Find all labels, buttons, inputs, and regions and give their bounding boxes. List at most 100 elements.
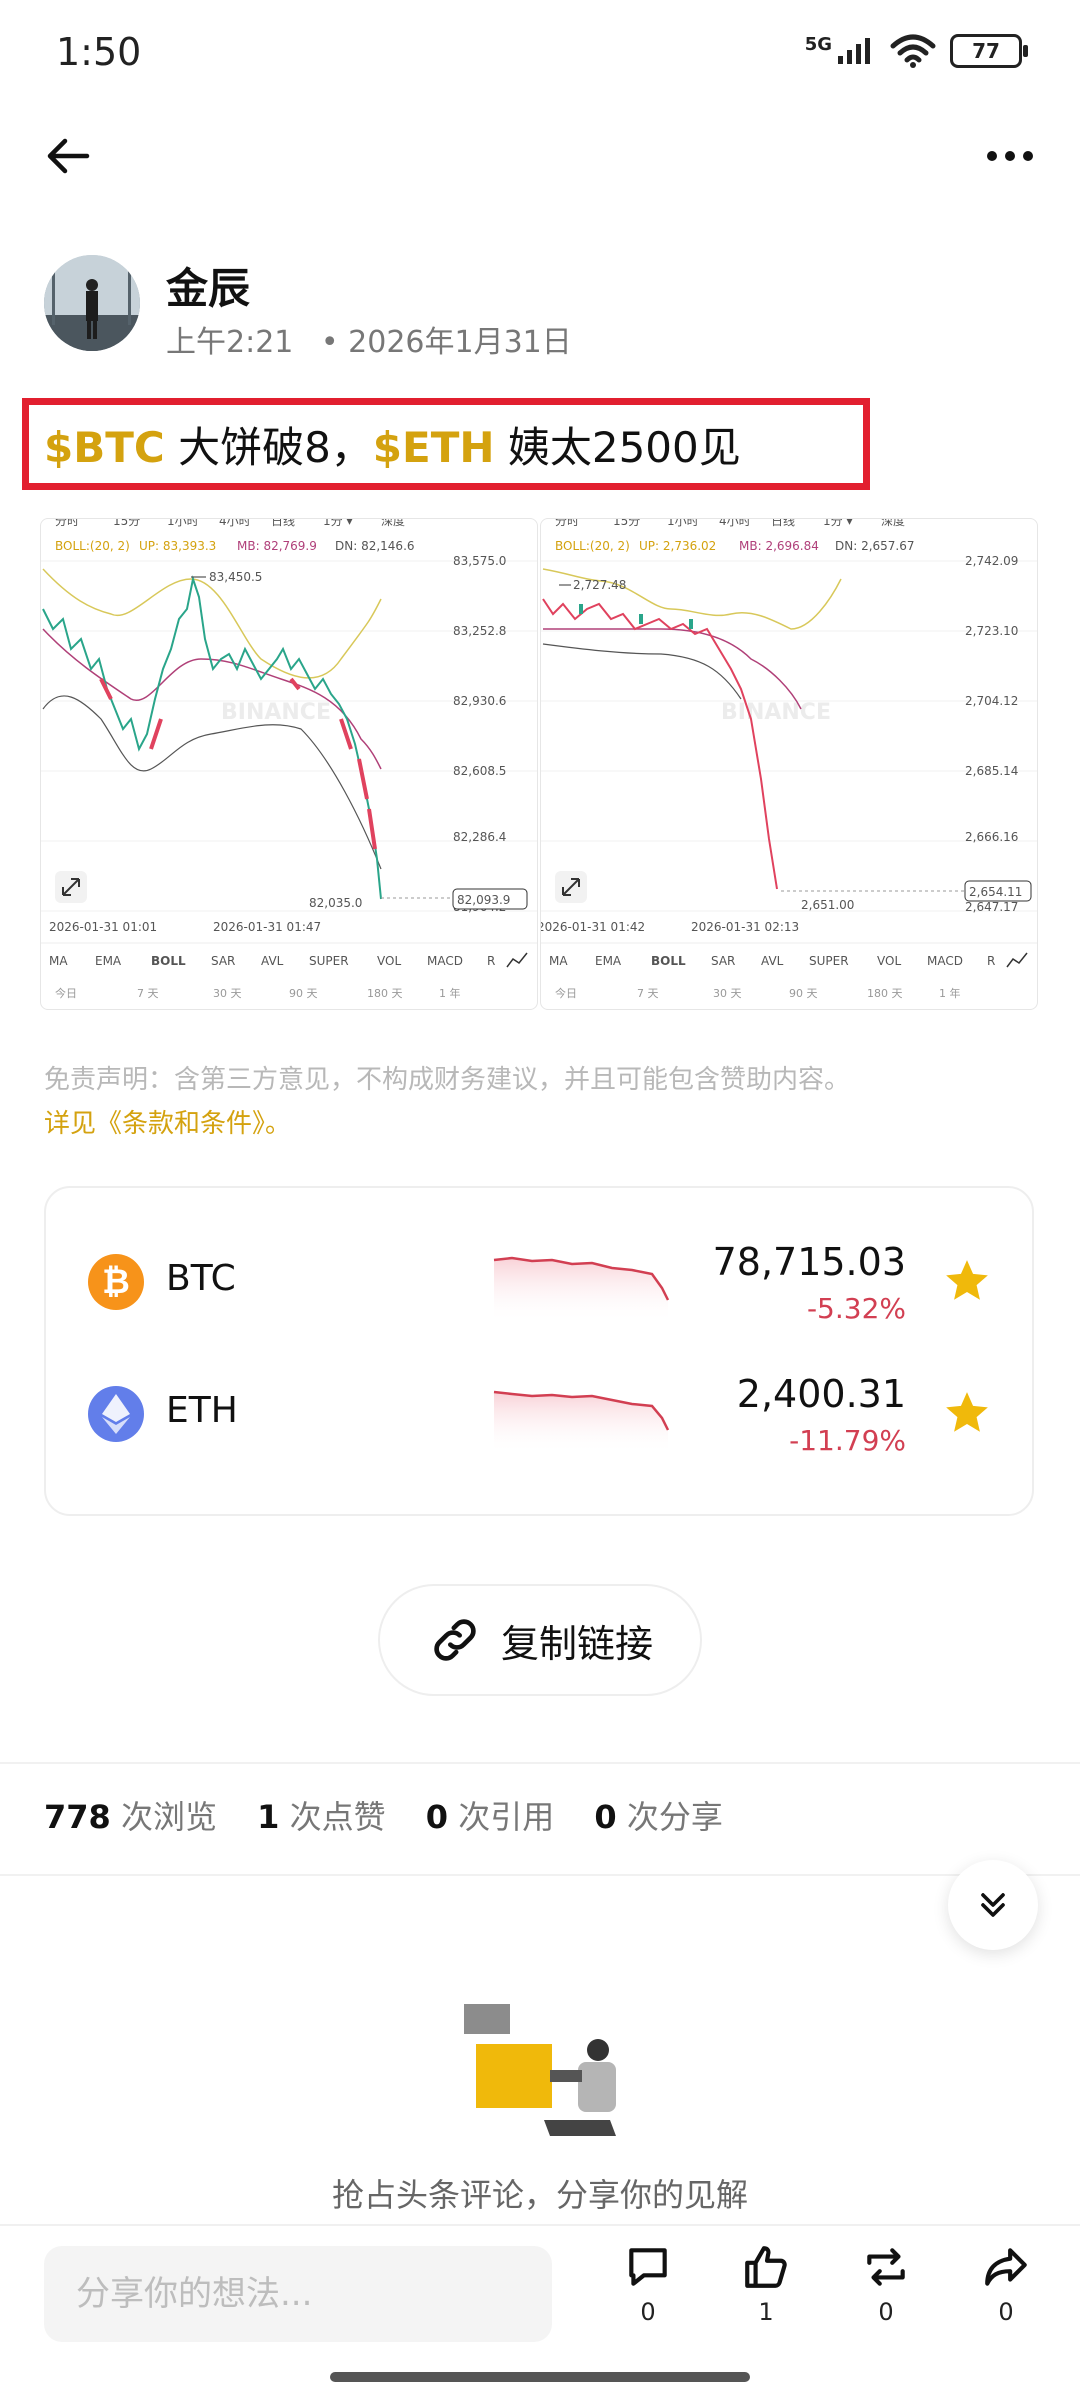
wifi-icon	[890, 34, 936, 68]
avatar[interactable]	[44, 255, 140, 351]
binance-watermark: BINANCE	[721, 700, 831, 725]
period-tab[interactable]: 7 天	[637, 987, 659, 1000]
chart-card-eth[interactable]: 分时 15分 1小时 4小时 日线 1分 ▾ 深度 BOLL:(20, 2) U…	[540, 518, 1038, 1010]
comment-bubble-icon	[629, 2248, 667, 2286]
indicator-tab[interactable]: SUPER	[309, 954, 349, 968]
y-tick: 2,666.16	[965, 830, 1018, 844]
battery-level: 77	[972, 39, 1000, 63]
post-stats: 778 次浏览 1 次点赞 0 次引用 0 次分享	[44, 1792, 753, 1838]
indicator-tab-active[interactable]: BOLL	[651, 954, 686, 968]
battery-icon: 77	[950, 34, 1028, 68]
period-tab[interactable]: 180 天	[367, 987, 403, 1000]
star-icon[interactable]	[942, 1256, 992, 1306]
period-tab[interactable]: 90 天	[789, 987, 818, 1000]
chart-tab[interactable]: 深度	[381, 519, 405, 528]
chart-settings-icon[interactable]	[1006, 952, 1028, 968]
likes-stat[interactable]: 1 次点赞	[257, 1798, 385, 1836]
network-label: 5G	[804, 33, 832, 55]
chart-tab[interactable]: 深度	[881, 519, 905, 528]
coin-row-btc[interactable]: ₿ BTC 78,715.03 -5.32%	[46, 1232, 1036, 1342]
comment-input[interactable]: 分享你的想法...	[44, 2246, 552, 2342]
chart-tab[interactable]: 日线	[271, 519, 295, 528]
tag-eth[interactable]: $ETH	[373, 423, 495, 472]
chart-tab[interactable]: 1小时	[167, 519, 199, 528]
chart-tab[interactable]: 分时	[55, 519, 79, 528]
y-tick: 82,286.4	[453, 830, 506, 844]
post-headline: $BTC 大饼破8，$ETH 姨太2500见	[44, 414, 741, 475]
y-tick: 2,647.17	[965, 900, 1018, 914]
back-button[interactable]	[36, 128, 100, 184]
star-icon[interactable]	[942, 1388, 992, 1438]
period-tab[interactable]: 90 天	[289, 987, 318, 1000]
comment-count: 0	[640, 2298, 656, 2326]
indicator-tab[interactable]: AVL	[261, 954, 284, 968]
period-tab[interactable]: 1 年	[439, 986, 461, 1000]
low-label: 2,651.00	[801, 898, 854, 912]
chart-tab[interactable]: 分时	[555, 519, 579, 528]
indicator-tab[interactable]: MA	[549, 954, 568, 968]
x-tick: 2026-01-31 02:13	[691, 920, 799, 934]
post-time: 上午2:21	[166, 325, 294, 360]
home-indicator[interactable]	[330, 2372, 750, 2382]
y-tick: 83,575.0	[453, 554, 506, 568]
indicator-tab[interactable]: R	[487, 954, 495, 968]
y-tick: 2,742.09	[965, 554, 1018, 568]
repost-icon	[867, 2248, 905, 2286]
period-tab[interactable]: 今日	[555, 986, 577, 1000]
indicator-tab[interactable]: EMA	[595, 954, 622, 968]
share-arrow-icon	[985, 2248, 1027, 2286]
x-tick: 2026-01-31 01:47	[213, 920, 321, 934]
tag-btc[interactable]: $BTC	[44, 423, 165, 472]
more-options-button[interactable]	[980, 128, 1040, 184]
period-tab[interactable]: 1 年	[939, 986, 961, 1000]
indicator-tab[interactable]: VOL	[877, 954, 901, 968]
like-button[interactable]: 1	[726, 2242, 806, 2326]
period-tab[interactable]: 30 天	[213, 987, 242, 1000]
indicator-tab[interactable]: MACD	[927, 954, 963, 968]
coin-change: -11.79%	[789, 1424, 906, 1457]
period-tab[interactable]: 180 天	[867, 987, 903, 1000]
indicator-tab[interactable]: R	[987, 954, 995, 968]
indicator-tab[interactable]: MACD	[427, 954, 463, 968]
chart-settings-icon[interactable]	[506, 952, 528, 968]
comment-button[interactable]: 0	[608, 2242, 688, 2326]
chart-tab[interactable]: 1小时	[667, 519, 699, 528]
coin-row-eth[interactable]: ETH 2,400.31 -11.79%	[46, 1364, 1036, 1474]
quotes-stat[interactable]: 0 次引用	[426, 1798, 554, 1836]
indicator-tab[interactable]: EMA	[95, 954, 122, 968]
period-tab[interactable]: 7 天	[137, 987, 159, 1000]
x-tick: 2026-01-31 01:01	[49, 920, 157, 934]
coin-price: 78,715.03	[712, 1240, 906, 1284]
chart-card-btc[interactable]: 分时 15分 1小时 4小时 日线 1分 ▾ 深度 BOLL:(20, 2) U…	[40, 518, 538, 1010]
chart-tab[interactable]: 日线	[771, 519, 795, 528]
chart-tab[interactable]: 15分	[613, 519, 640, 528]
chart-tab[interactable]: 15分	[113, 519, 140, 528]
terms-link[interactable]: 详见《条款和条件》。	[44, 1109, 291, 1139]
views-stat: 778 次浏览	[44, 1798, 217, 1836]
chart-tab[interactable]: 4小时	[719, 519, 751, 528]
boll-dn: DN: 82,146.6	[335, 539, 415, 553]
chart-tab-active[interactable]: 1分 ▾	[323, 519, 352, 528]
author-name[interactable]: 金辰	[166, 255, 250, 316]
share-button[interactable]: 0	[966, 2242, 1046, 2326]
indicator-tab[interactable]: SAR	[211, 954, 235, 968]
chart-tab-active[interactable]: 1分 ▾	[823, 519, 852, 528]
repost-button[interactable]: 0	[846, 2242, 926, 2326]
coin-symbol: BTC	[166, 1258, 236, 1299]
boll-up: UP: 83,393.3	[139, 539, 216, 553]
boll-dn: DN: 2,657.67	[835, 539, 915, 553]
indicator-tab-active[interactable]: BOLL	[151, 954, 186, 968]
indicator-tab[interactable]: SUPER	[809, 954, 849, 968]
period-tab[interactable]: 30 天	[713, 987, 742, 1000]
scroll-down-button[interactable]	[948, 1860, 1038, 1950]
indicator-tab[interactable]: SAR	[711, 954, 735, 968]
indicator-tab[interactable]: AVL	[761, 954, 784, 968]
indicator-tab[interactable]: VOL	[377, 954, 401, 968]
chart-tab[interactable]: 4小时	[219, 519, 251, 528]
y-tick: 83,252.8	[453, 624, 506, 638]
period-tab[interactable]: 今日	[55, 986, 77, 1000]
shares-stat[interactable]: 0 次分享	[594, 1798, 722, 1836]
indicator-tab[interactable]: MA	[49, 954, 68, 968]
copy-link-button[interactable]: 复制链接	[378, 1584, 702, 1696]
empty-comments-text: 抢占头条评论，分享你的见解	[331, 2176, 748, 2214]
